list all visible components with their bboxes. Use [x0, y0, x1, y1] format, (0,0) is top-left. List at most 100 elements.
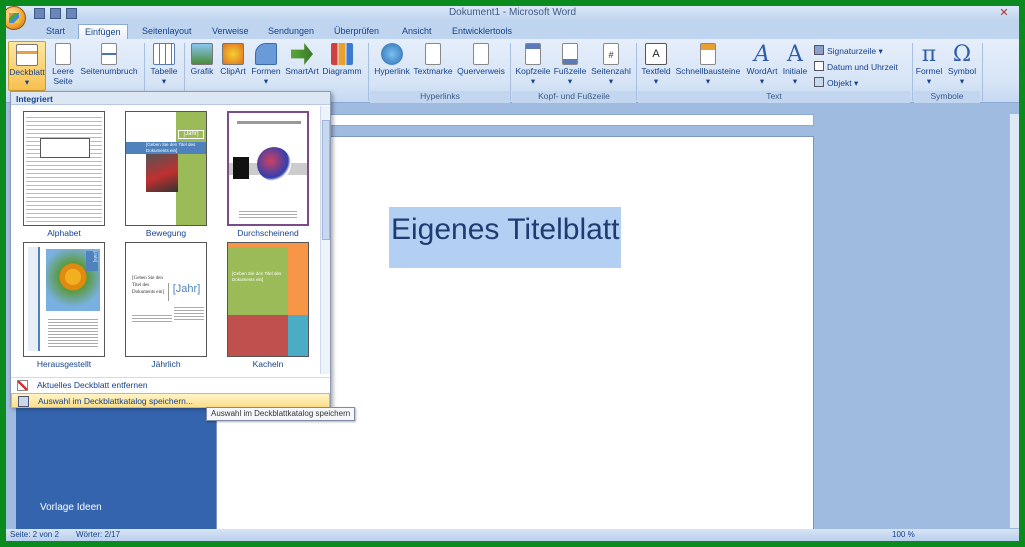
group-separator — [510, 43, 511, 101]
leere-seite-label: Leere Seite — [52, 66, 74, 86]
tab-ansicht[interactable]: Ansicht — [396, 24, 438, 39]
remove-cover-menu-item[interactable]: Aktuelles Deckblatt entfernen — [11, 377, 330, 392]
group-label-symbole: Symbole — [914, 91, 980, 103]
omega-icon: Ω — [952, 42, 972, 67]
cover-thumb-jaehrlich[interactable]: [Geben Sie den Titel des Dokuments ein] … — [125, 242, 207, 357]
cover-label-kacheln[interactable]: Kacheln — [218, 359, 318, 369]
page-number-icon: # — [603, 43, 619, 65]
picture-icon — [191, 43, 213, 65]
year-tag: [Jahr] — [86, 251, 98, 271]
fusszeile-button[interactable]: Fußzeile ▾ — [552, 41, 588, 86]
cover-label-durchscheinend[interactable]: Durchscheinend — [218, 228, 318, 238]
cover-page-icon — [16, 44, 38, 66]
tab-verweise[interactable]: Verweise — [206, 24, 255, 39]
status-bar: Seite: 2 von 2 Wörter: 2/17 100 % — [6, 529, 1019, 541]
status-zoom[interactable]: 100 % — [892, 530, 915, 539]
undo-icon[interactable] — [50, 8, 61, 19]
objekt-button[interactable]: Objekt ▾ — [814, 77, 858, 89]
formen-button[interactable]: Formen ▾ — [250, 41, 282, 86]
cover-label-alphabet[interactable]: Alphabet — [14, 228, 114, 238]
seitenzahl-label: Seitenzahl — [591, 66, 631, 76]
tabelle-button[interactable]: Tabelle ▾ — [148, 41, 180, 86]
textmarke-label: Textmarke — [413, 66, 453, 76]
hyperlink-button[interactable]: Hyperlink — [372, 41, 412, 76]
formel-button[interactable]: π Formel ▾ — [914, 41, 944, 87]
chart-icon — [331, 43, 353, 65]
querverweis-label: Querverweis — [457, 66, 505, 76]
pi-icon: π — [921, 42, 937, 67]
group-label-kopf-fusszeile: Kopf- und Fußzeile — [512, 91, 636, 103]
formen-label: Formen — [251, 66, 281, 76]
schnellbausteine-button[interactable]: Schnellbausteine ▾ — [674, 41, 742, 86]
horizontal-ruler[interactable] — [326, 114, 814, 126]
footer-icon — [562, 43, 578, 65]
fusszeile-label: Fußzeile — [553, 66, 587, 76]
cover-label-herausgestellt[interactable]: Herausgestellt — [14, 359, 114, 369]
signaturzeile-label: Signaturzeile — [827, 46, 877, 56]
group-label-hyperlinks: Hyperlinks — [370, 91, 510, 103]
status-page[interactable]: Seite: 2 von 2 — [10, 530, 59, 539]
signature-icon — [814, 45, 824, 55]
selected-title-text[interactable]: Eigenes Titelblatt — [389, 207, 622, 268]
status-words[interactable]: Wörter: 2/17 — [76, 530, 120, 539]
smartart-button[interactable]: SmartArt — [284, 41, 320, 76]
textfeld-button[interactable]: A Textfeld ▾ — [640, 41, 672, 86]
tab-seitenlayout[interactable]: Seitenlayout — [136, 24, 198, 39]
leere-seite-button[interactable]: Leere Seite — [48, 41, 78, 86]
redo-icon[interactable] — [66, 8, 77, 19]
tab-entwicklertools[interactable]: Entwicklertools — [446, 24, 518, 39]
cover-label-jaehrlich[interactable]: Jährlich — [116, 359, 216, 369]
clipart-label: ClipArt — [220, 66, 246, 76]
deckblatt-button[interactable]: Deckblatt ▾ — [8, 41, 46, 91]
gallery-header: Integriert — [11, 92, 330, 105]
red-tile — [228, 315, 288, 356]
quick-parts-icon — [700, 43, 716, 65]
kopfzeile-button[interactable]: Kopfzeile ▾ — [514, 41, 552, 86]
seitenzahl-button[interactable]: # Seitenzahl ▾ — [588, 41, 634, 86]
smartart-label: SmartArt — [285, 66, 319, 76]
cover-thumb-kacheln[interactable]: [Geben Sie den Titel des Dokuments ein] — [227, 242, 309, 357]
seitenumbruch-label: Seitenumbruch — [80, 66, 138, 76]
tab-ueberpruefen[interactable]: Überprüfen — [328, 24, 385, 39]
tab-einfuegen[interactable]: Einfügen — [78, 24, 128, 39]
symbol-button[interactable]: Ω Symbol ▾ — [946, 41, 978, 87]
cover-label-bewegung[interactable]: Bewegung — [116, 228, 216, 238]
seitenumbruch-button[interactable]: Seitenumbruch — [78, 41, 140, 76]
close-icon[interactable]: ✕ — [993, 6, 1015, 20]
side-band — [28, 247, 40, 351]
signaturzeile-button[interactable]: Signaturzeile ▾ — [814, 45, 883, 57]
datum-uhrzeit-button[interactable]: Datum und Uhrzeit — [814, 61, 898, 73]
abstract-image — [257, 147, 291, 181]
shapes-icon — [255, 43, 277, 65]
vertical-scrollbar[interactable] — [1009, 114, 1019, 528]
group-label-text: Text — [638, 91, 910, 103]
save-cover-label: Auswahl im Deckblattkatalog speichern... — [38, 396, 193, 406]
clipart-button[interactable]: ClipArt — [218, 41, 248, 76]
tab-sendungen[interactable]: Sendungen — [262, 24, 320, 39]
cover-thumb-herausgestellt[interactable]: [Jahr] — [23, 242, 105, 357]
year-text: [Jahr] — [168, 283, 204, 301]
diagramm-button[interactable]: Diagramm — [322, 41, 362, 76]
group-separator — [982, 43, 983, 101]
grafik-button[interactable]: Grafik — [188, 41, 216, 76]
grafik-label: Grafik — [190, 66, 214, 76]
gallery-scrollbar[interactable] — [320, 106, 330, 374]
cover-thumb-durchscheinend[interactable] — [227, 111, 309, 226]
save-icon[interactable] — [34, 8, 45, 19]
tabelle-label: Tabelle — [150, 66, 178, 76]
querverweis-button[interactable]: Querverweis — [456, 41, 506, 76]
tab-start[interactable]: Start — [40, 24, 71, 39]
smartart-icon — [291, 43, 313, 65]
body-lines — [48, 317, 98, 347]
textmarke-button[interactable]: Textmarke — [412, 41, 454, 76]
hyperlink-globe-icon — [381, 43, 403, 65]
kopfzeile-label: Kopfzeile — [515, 66, 551, 76]
save-cover-menu-item[interactable]: Auswahl im Deckblattkatalog speichern... — [11, 393, 330, 408]
cover-thumb-alphabet[interactable] — [23, 111, 105, 226]
body-lines — [132, 313, 172, 323]
gallery-scroll-thumb[interactable] — [322, 120, 330, 240]
document-title[interactable]: Eigenes Titelblatt — [391, 213, 619, 246]
wordart-button[interactable]: A WordArt ▾ — [744, 41, 780, 87]
cover-thumb-bewegung[interactable]: [Jahr] [Geben Sie den Titel des Dokument… — [125, 111, 207, 226]
initiale-button[interactable]: A Initiale ▾ — [780, 41, 810, 87]
